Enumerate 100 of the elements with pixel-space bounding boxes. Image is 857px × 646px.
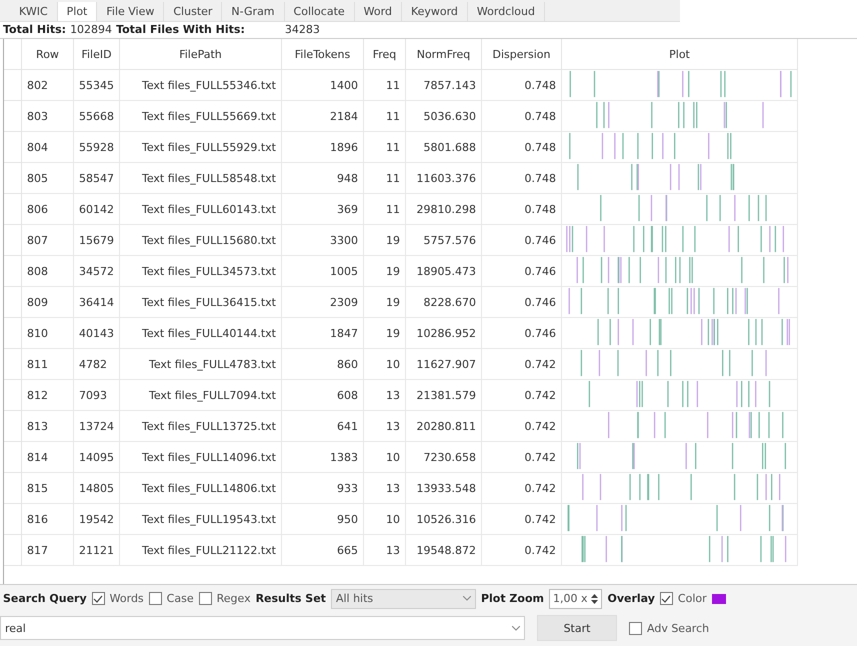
plot-zoom-label: Plot Zoom <box>480 592 544 605</box>
start-button[interactable]: Start <box>537 615 617 641</box>
color-swatch[interactable] <box>712 594 726 604</box>
column-header[interactable]: Plot <box>562 39 798 70</box>
case-checkbox[interactable] <box>148 592 162 605</box>
table-cell: 808 <box>22 256 74 287</box>
table-cell: 0.746 <box>482 287 562 318</box>
table-cell: 19542 <box>74 504 120 535</box>
tab[interactable]: N-Gram <box>222 2 285 21</box>
row-header[interactable] <box>4 442 22 473</box>
table-cell: 11 <box>364 70 406 101</box>
results-set-dropdown[interactable]: All hits <box>330 588 476 608</box>
table-cell: 3300 <box>282 225 364 256</box>
table-cell: 21381.579 <box>406 380 482 411</box>
row-header[interactable] <box>4 380 22 411</box>
tab[interactable]: Cluster <box>164 2 222 21</box>
table-cell: 0.746 <box>482 318 562 349</box>
color-label: Color <box>678 592 707 605</box>
column-header[interactable]: FileID <box>74 39 120 70</box>
table-cell: 933 <box>282 473 364 504</box>
table-cell: 1847 <box>282 318 364 349</box>
table-cell: Text files_FULL15680.txt <box>120 225 282 256</box>
table-cell: 11 <box>364 132 406 163</box>
total-files-value: 34283 <box>284 23 320 36</box>
table-cell: Text files_FULL14096.txt <box>120 442 282 473</box>
spin-arrows-icon <box>591 592 598 604</box>
table-cell: 20280.811 <box>406 411 482 442</box>
tab[interactable]: Plot <box>58 2 98 21</box>
table-cell: 55345 <box>74 70 120 101</box>
table-cell: 13 <box>364 473 406 504</box>
color-checkbox[interactable] <box>660 592 673 605</box>
table-cell: 36414 <box>74 287 120 318</box>
table-cell: 1896 <box>282 132 364 163</box>
row-header[interactable] <box>4 70 22 101</box>
tab[interactable]: Wordcloud <box>468 2 545 21</box>
checkmark-icon <box>93 594 104 604</box>
chevron-down-icon <box>462 596 471 601</box>
table-cell: 14095 <box>74 442 120 473</box>
table-cell: 13 <box>364 535 406 566</box>
table-cell: 0.746 <box>482 225 562 256</box>
table-cell: 0.742 <box>482 349 562 380</box>
row-header[interactable] <box>4 349 22 380</box>
row-header[interactable] <box>4 287 22 318</box>
regex-checkbox[interactable] <box>198 592 212 605</box>
table-cell: 665 <box>282 535 364 566</box>
table-cell: Text files_FULL19543.txt <box>120 504 282 535</box>
table-cell: 10526.316 <box>406 504 482 535</box>
words-checkbox[interactable] <box>92 592 105 605</box>
table-cell: Text files_FULL14806.txt <box>120 473 282 504</box>
row-header[interactable] <box>4 101 22 132</box>
table-cell: 5757.576 <box>406 225 482 256</box>
row-header[interactable] <box>4 256 22 287</box>
table-cell: 0.746 <box>482 256 562 287</box>
row-header[interactable] <box>4 411 22 442</box>
query-field[interactable]: real <box>0 616 525 640</box>
row-header[interactable] <box>4 473 22 504</box>
table-cell: 60142 <box>74 194 120 225</box>
adv-search-checkbox[interactable] <box>629 622 642 634</box>
table-cell: 0.742 <box>482 473 562 504</box>
table-cell: 19 <box>364 287 406 318</box>
table-cell: 811 <box>22 349 74 380</box>
column-header[interactable]: Freq <box>364 39 406 70</box>
column-header[interactable]: FileTokens <box>282 39 364 70</box>
tab[interactable]: Collocate <box>284 2 355 21</box>
table-cell: Text files_FULL34573.txt <box>120 256 282 287</box>
row-header[interactable] <box>4 318 22 349</box>
plot-zoom-spinbox[interactable]: 1,00 x <box>548 588 602 608</box>
search-query-label: Search Query <box>3 592 87 605</box>
table-cell: 641 <box>282 411 364 442</box>
row-header[interactable] <box>4 163 22 194</box>
table-cell: Text files_FULL55929.txt <box>120 132 282 163</box>
table-cell: 805 <box>22 163 74 194</box>
table-cell: 11 <box>364 101 406 132</box>
table-cell: 0.748 <box>482 163 562 194</box>
column-header[interactable]: FilePath <box>120 39 282 70</box>
tab[interactable]: Word <box>354 2 402 21</box>
results-set-label: Results Set <box>256 592 326 605</box>
row-header[interactable] <box>4 535 22 566</box>
table-cell: 369 <box>282 194 364 225</box>
table-cell: 10 <box>364 349 406 380</box>
table-cell: 13 <box>364 411 406 442</box>
table-cell: 21121 <box>74 535 120 566</box>
table-cell: 13 <box>364 380 406 411</box>
total-hits-label: Total Hits: <box>3 23 66 36</box>
tab[interactable]: File View <box>97 2 164 21</box>
table-cell: 0.748 <box>482 70 562 101</box>
row-header[interactable] <box>4 194 22 225</box>
table-cell: 1383 <box>282 442 364 473</box>
table-cell: 1005 <box>282 256 364 287</box>
table-cell: 4782 <box>74 349 120 380</box>
table-cell: 2184 <box>282 101 364 132</box>
tab[interactable]: Keyword <box>402 2 468 21</box>
column-header[interactable]: NormFreq <box>406 39 482 70</box>
row-header[interactable] <box>4 225 22 256</box>
column-header[interactable]: Dispersion <box>482 39 562 70</box>
column-header[interactable]: Row <box>22 39 74 70</box>
table-cell: 8228.670 <box>406 287 482 318</box>
row-header[interactable] <box>4 504 22 535</box>
row-header[interactable] <box>4 132 22 163</box>
table-cell: 812 <box>22 380 74 411</box>
